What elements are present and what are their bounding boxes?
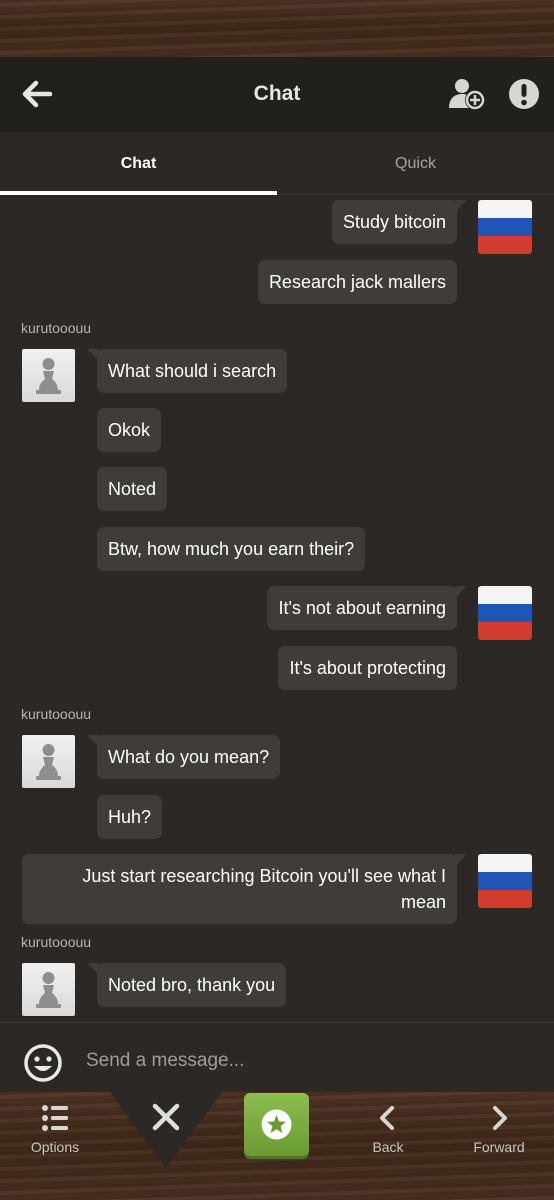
message-bubble-received: What should i search [86, 349, 288, 393]
pawn-avatar-icon[interactable] [22, 349, 75, 402]
options-list-icon [42, 1105, 68, 1131]
chevron-right-icon [493, 1106, 507, 1130]
message-bubble-received: What do you mean? [86, 735, 281, 779]
message-bubble-sent: Study bitcoin [331, 200, 468, 244]
message-list[interactable]: Study bitcoin Research jack mallers kuru… [0, 195, 554, 1022]
pawn-avatar-icon[interactable] [22, 735, 75, 788]
message-bubble-received: Huh? [97, 795, 163, 839]
wood-background-top [0, 0, 554, 57]
options-button[interactable]: Options [10, 1098, 100, 1155]
forward-button[interactable]: Forward [454, 1098, 544, 1155]
russia-flag-icon [478, 586, 532, 640]
close-button[interactable] [110, 1092, 222, 1168]
message-bubble-sent: It's not about earning [267, 586, 467, 630]
sender-username: kurutooouu [21, 934, 92, 950]
sender-username: kurutooouu [21, 706, 92, 722]
tab-quick[interactable]: Quick [277, 132, 554, 195]
tab-chat[interactable]: Chat [0, 132, 277, 195]
message-composer [0, 1022, 554, 1092]
message-bubble-received: Noted [97, 467, 168, 511]
star-icon [261, 1109, 292, 1140]
russia-flag-icon [478, 200, 532, 254]
forward-label: Forward [473, 1139, 525, 1155]
chevron-left-icon [380, 1106, 394, 1130]
message-bubble-received: Btw, how much you earn their? [97, 527, 366, 571]
back-button[interactable]: Back [343, 1098, 433, 1155]
back-label: Back [372, 1139, 404, 1155]
message-bubble-sent: Research jack mallers [257, 260, 457, 304]
russia-flag-icon [478, 854, 532, 908]
emoji-icon[interactable] [23, 1043, 63, 1083]
message-input[interactable] [86, 1043, 526, 1079]
chat-header: Chat [0, 57, 554, 132]
message-bubble-sent: It's about protecting [278, 646, 457, 690]
message-bubble-received: Okok [97, 408, 162, 452]
message-bubble-received: Noted bro, thank you [86, 963, 287, 1007]
sender-username: kurutooouu [21, 320, 92, 336]
message-bubble-sent: Just start researching Bitcoin you'll se… [22, 854, 467, 924]
chat-tabs: Chat Quick [0, 132, 554, 195]
options-label: Options [30, 1139, 80, 1155]
add-friend-icon[interactable] [448, 76, 486, 112]
star-button[interactable] [244, 1093, 309, 1156]
pawn-avatar-icon[interactable] [22, 963, 75, 1016]
alert-icon[interactable] [508, 78, 540, 110]
